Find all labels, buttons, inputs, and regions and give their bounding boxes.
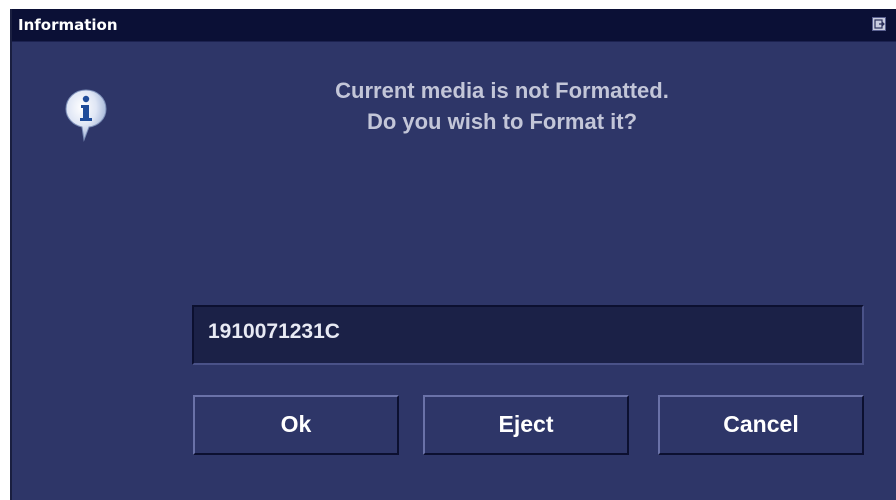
eject-button[interactable]: Eject bbox=[423, 395, 629, 455]
message-line-2: Do you wish to Format it? bbox=[366, 109, 638, 134]
media-id-value: 1910071231C bbox=[208, 320, 340, 343]
dialog-title: Information bbox=[18, 16, 118, 34]
media-id-field[interactable]: 1910071231C bbox=[192, 305, 864, 365]
dialog-titlebar[interactable]: Information bbox=[12, 9, 896, 42]
info-icon bbox=[64, 88, 108, 142]
restore-button[interactable] bbox=[872, 17, 886, 31]
cancel-button[interactable]: Cancel bbox=[658, 395, 864, 455]
information-dialog: Information Current media is not Formatt… bbox=[10, 9, 896, 500]
restore-icon bbox=[874, 19, 885, 29]
dialog-message: Current media is not Formatted. Do you w… bbox=[242, 75, 762, 137]
ok-button[interactable]: Ok bbox=[193, 395, 399, 455]
message-line-1: Current media is not Formatted. bbox=[335, 78, 669, 103]
